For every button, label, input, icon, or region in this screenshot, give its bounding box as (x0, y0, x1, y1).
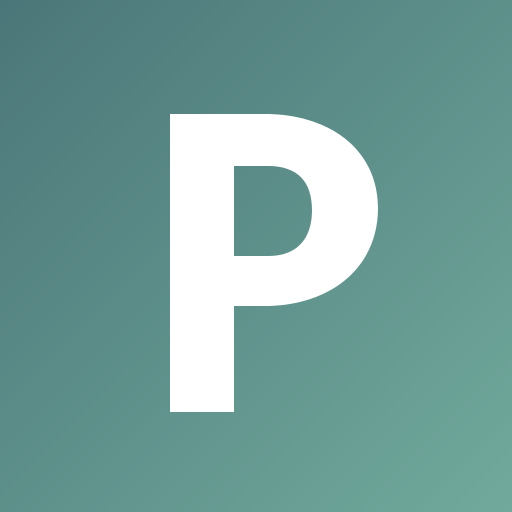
letter-p-icon (170, 114, 378, 412)
app-icon-tile: P (0, 0, 512, 512)
